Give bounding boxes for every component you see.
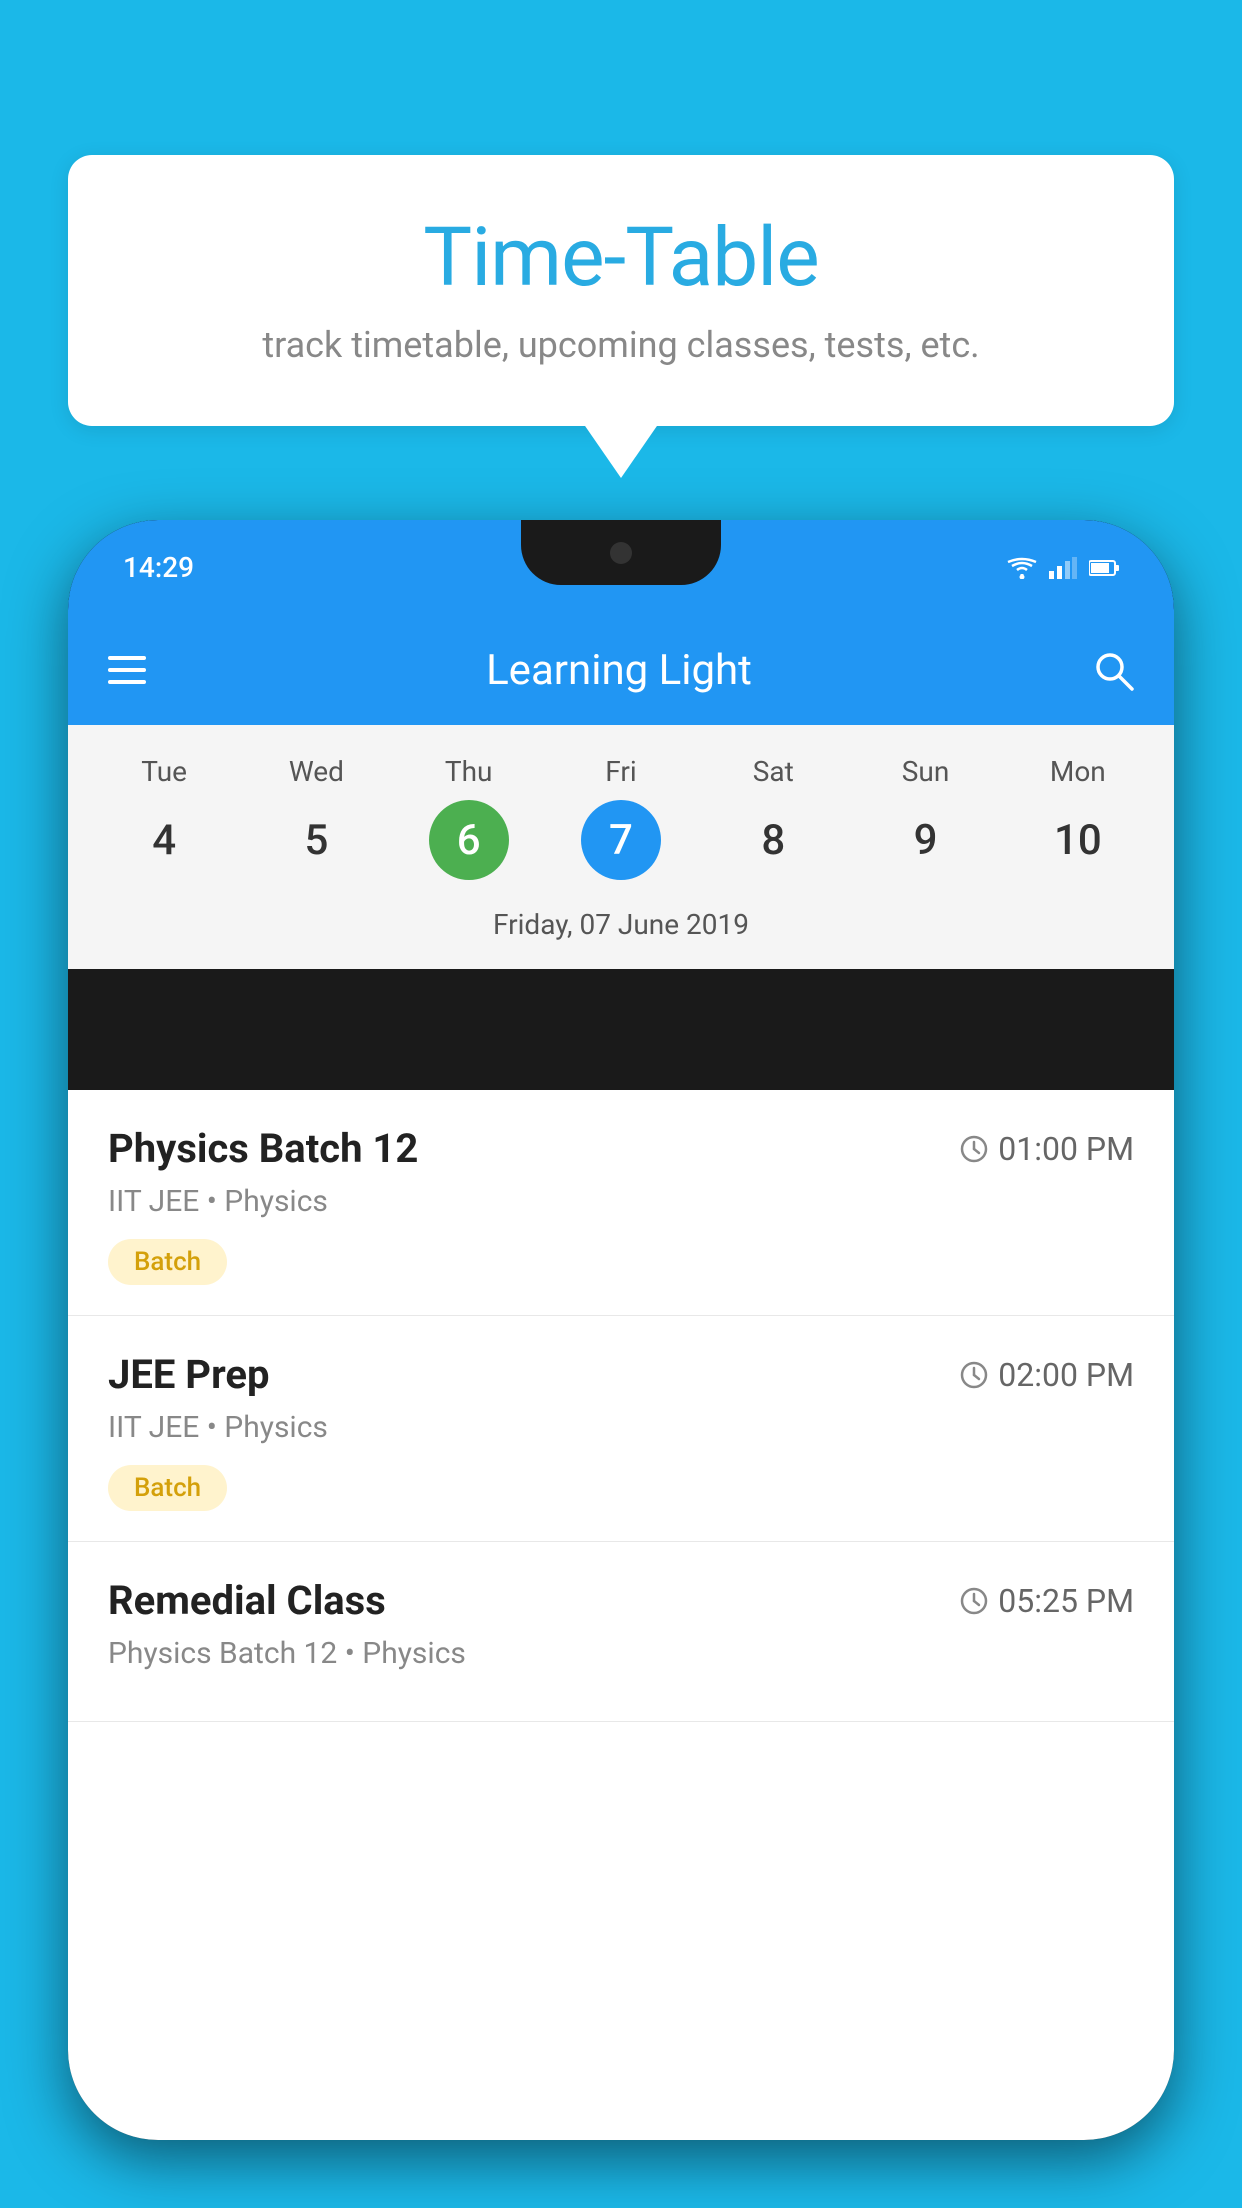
- bubble-title: Time-Table: [118, 210, 1124, 306]
- day-name-sun: Sun: [902, 755, 950, 788]
- day-name-tue: Tue: [141, 755, 187, 788]
- schedule-item-2-header: JEE Prep 02:00 PM: [108, 1351, 1134, 1398]
- day-num-sat: 8: [733, 800, 813, 880]
- battery-icon: [1089, 559, 1119, 577]
- calendar-section: Tue 4 Wed 5 Thu 6 Fri 7 Sat 8: [68, 725, 1174, 969]
- batch-tag-1: Batch: [108, 1239, 227, 1285]
- clock-icon-2: [960, 1361, 988, 1389]
- schedule-title-3: Remedial Class: [108, 1577, 386, 1624]
- status-icons: [1007, 557, 1119, 579]
- day-name-thu: Thu: [445, 755, 493, 788]
- schedule-subtitle-3: Physics Batch 12 • Physics: [108, 1636, 1134, 1671]
- phone-container: 14:29: [68, 520, 1174, 2208]
- day-sat[interactable]: Sat 8: [708, 755, 838, 880]
- day-num-fri: 7: [581, 800, 661, 880]
- search-icon[interactable]: [1092, 649, 1134, 691]
- schedule-subtitle-2: IIT JEE • Physics: [108, 1410, 1134, 1445]
- day-thu[interactable]: Thu 6: [404, 755, 534, 880]
- app-title: Learning Light: [176, 646, 1062, 695]
- schedule-subtitle-1: IIT JEE • Physics: [108, 1184, 1134, 1219]
- day-name-mon: Mon: [1050, 755, 1106, 788]
- signal-icon: [1049, 557, 1077, 579]
- status-time: 14:29: [123, 551, 194, 584]
- wifi-icon: [1007, 557, 1037, 579]
- day-sun[interactable]: Sun 9: [861, 755, 991, 880]
- day-num-wed: 5: [276, 800, 356, 880]
- day-name-wed: Wed: [289, 755, 344, 788]
- speech-bubble: Time-Table track timetable, upcoming cla…: [68, 155, 1174, 426]
- days-row: Tue 4 Wed 5 Thu 6 Fri 7 Sat 8: [88, 755, 1154, 880]
- day-fri[interactable]: Fri 7: [556, 755, 686, 880]
- speech-bubble-container: Time-Table track timetable, upcoming cla…: [68, 155, 1174, 426]
- day-num-thu: 6: [429, 800, 509, 880]
- bubble-subtitle: track timetable, upcoming classes, tests…: [118, 324, 1124, 366]
- batch-tag-2: Batch: [108, 1465, 227, 1511]
- menu-line-2: [108, 668, 146, 672]
- day-num-sun: 9: [886, 800, 966, 880]
- schedule-item-3-header: Remedial Class 05:25 PM: [108, 1577, 1134, 1624]
- schedule-item-1[interactable]: Physics Batch 12 01:00 PM IIT JEE • Phys…: [68, 1090, 1174, 1316]
- schedule-time-2: 02:00 PM: [960, 1356, 1134, 1394]
- menu-line-3: [108, 680, 146, 684]
- day-mon[interactable]: Mon 10: [1013, 755, 1143, 880]
- phone-frame: 14:29: [68, 520, 1174, 2140]
- clock-icon-1: [960, 1135, 988, 1163]
- day-num-mon: 10: [1038, 800, 1118, 880]
- phone-notch: [521, 520, 721, 585]
- schedule-title-2: JEE Prep: [108, 1351, 269, 1398]
- day-name-fri: Fri: [605, 755, 636, 788]
- clock-icon-3: [960, 1587, 988, 1615]
- schedule-item-2[interactable]: JEE Prep 02:00 PM IIT JEE • Physics Batc…: [68, 1316, 1174, 1542]
- day-tue[interactable]: Tue 4: [99, 755, 229, 880]
- schedule-title-1: Physics Batch 12: [108, 1125, 418, 1172]
- status-bar: 14:29: [68, 520, 1174, 615]
- schedule-time-1: 01:00 PM: [960, 1130, 1134, 1168]
- schedule-container: Physics Batch 12 01:00 PM IIT JEE • Phys…: [68, 1090, 1174, 2140]
- day-wed[interactable]: Wed 5: [251, 755, 381, 880]
- day-name-sat: Sat: [753, 755, 794, 788]
- app-bar: Learning Light: [68, 615, 1174, 725]
- schedule-item-1-header: Physics Batch 12 01:00 PM: [108, 1125, 1134, 1172]
- day-num-tue: 4: [124, 800, 204, 880]
- menu-line-1: [108, 656, 146, 660]
- schedule-item-3[interactable]: Remedial Class 05:25 PM Physics Batch 12…: [68, 1542, 1174, 1722]
- schedule-time-3: 05:25 PM: [960, 1582, 1134, 1620]
- selected-date-label: Friday, 07 June 2019: [88, 898, 1154, 949]
- menu-button[interactable]: [108, 656, 146, 684]
- camera: [610, 542, 632, 564]
